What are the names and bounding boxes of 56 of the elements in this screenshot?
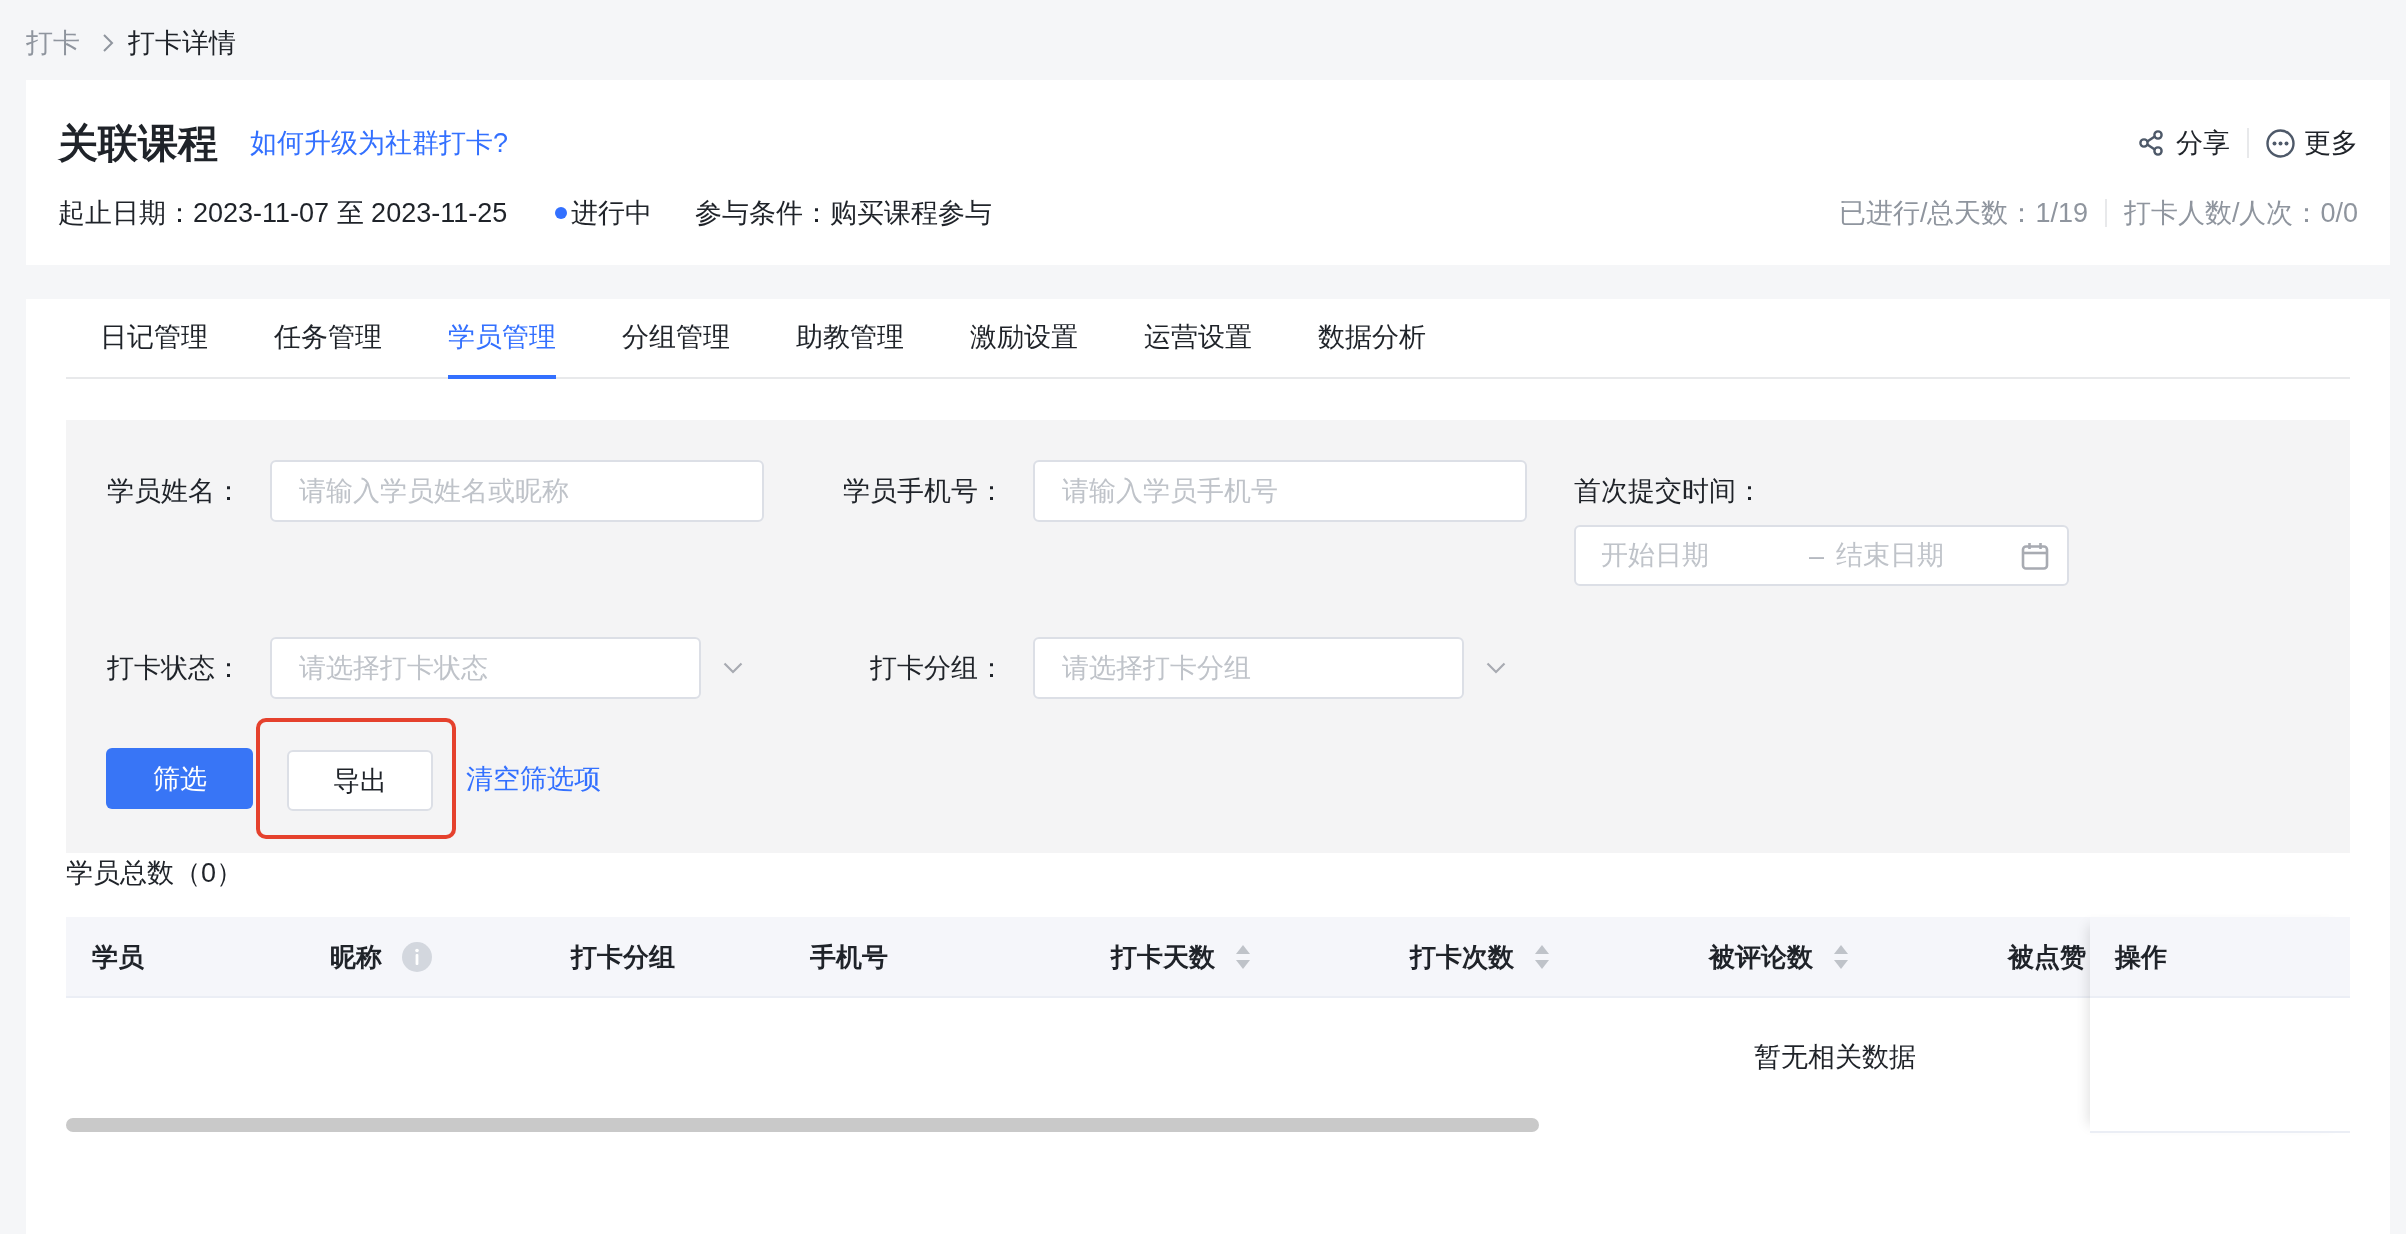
column-header: 打卡天数: [1111, 940, 1215, 973]
end-date-input[interactable]: 结束日期: [1836, 540, 1987, 571]
range-separator: –: [1809, 539, 1825, 573]
tab[interactable]: 日记管理: [100, 299, 208, 379]
calendar-icon: [2021, 541, 2049, 570]
date-range-text: 起止日期：2023-11-07 至 2023-11-25: [58, 197, 508, 230]
filter-button[interactable]: 筛选: [106, 748, 253, 809]
share-button[interactable]: 分享: [2139, 126, 2230, 160]
stat-text: 打卡人数/人次：0/0: [2123, 197, 2358, 230]
sort-icon[interactable]: [1235, 943, 1251, 970]
column-header: 打卡分组: [571, 940, 675, 973]
stat-text: 已进行/总天数：1/19: [1838, 197, 2088, 230]
status-dot-icon: [555, 207, 568, 219]
start-date-input[interactable]: 开始日期: [1601, 540, 1791, 571]
field-label: 学员姓名：: [107, 475, 242, 508]
field-label: 学员手机号：: [843, 475, 1005, 508]
breadcrumb-current: 打卡详情: [128, 27, 236, 60]
more-button[interactable]: 更多: [2266, 126, 2358, 160]
column-header: 昵称: [330, 940, 382, 973]
sort-icon[interactable]: [1534, 943, 1550, 970]
tab[interactable]: 数据分析: [1318, 299, 1426, 379]
tab[interactable]: 助教管理: [796, 299, 904, 379]
field-label: 打卡分组：: [870, 652, 1005, 685]
select-field[interactable]: 请选择打卡状态: [270, 637, 701, 699]
field-label: 打卡状态：: [107, 652, 242, 685]
tab[interactable]: 激励设置: [970, 299, 1078, 379]
tab[interactable]: 任务管理: [274, 299, 382, 379]
column-header: 操作: [2115, 940, 2167, 973]
status-text: 进行中: [571, 197, 653, 230]
select-field[interactable]: 请选择打卡分组: [1033, 637, 1464, 699]
empty-state-text: 暂无相关数据: [1754, 1043, 1916, 1071]
export-button[interactable]: 导出: [287, 750, 433, 811]
chevron-right-icon: [102, 33, 114, 53]
tab[interactable]: 运营设置: [1144, 299, 1252, 379]
sort-icon[interactable]: [1833, 943, 1849, 970]
info-icon[interactable]: [402, 941, 432, 972]
clear-filters-link[interactable]: 清空筛选项: [466, 761, 601, 796]
column-header: 打卡次数: [1410, 940, 1514, 973]
chevron-down-icon[interactable]: [722, 662, 743, 674]
more-icon: [2266, 128, 2295, 158]
column-header: 手机号: [810, 940, 888, 973]
course-title: 关联课程: [58, 120, 218, 167]
tab[interactable]: 学员管理: [448, 299, 556, 379]
text-input[interactable]: 请输入学员手机号: [1033, 460, 1527, 522]
column-header: 被评论数: [1709, 940, 1813, 973]
horizontal-scrollbar[interactable]: [66, 1118, 1539, 1132]
tab[interactable]: 分组管理: [622, 299, 730, 379]
column-header: 被点赞: [2008, 940, 2086, 973]
help-link[interactable]: 如何升级为社群打卡?: [250, 126, 509, 160]
chevron-down-icon[interactable]: [1485, 662, 1506, 674]
field-label: 首次提交时间：: [1574, 475, 1763, 508]
condition-text: 参与条件：购买课程参与: [695, 197, 993, 230]
share-icon: [2139, 130, 2163, 156]
text-input[interactable]: 请输入学员姓名或昵称: [270, 460, 764, 522]
column-header: 学员: [92, 940, 144, 973]
total-count: 学员总数（0）: [66, 859, 244, 887]
